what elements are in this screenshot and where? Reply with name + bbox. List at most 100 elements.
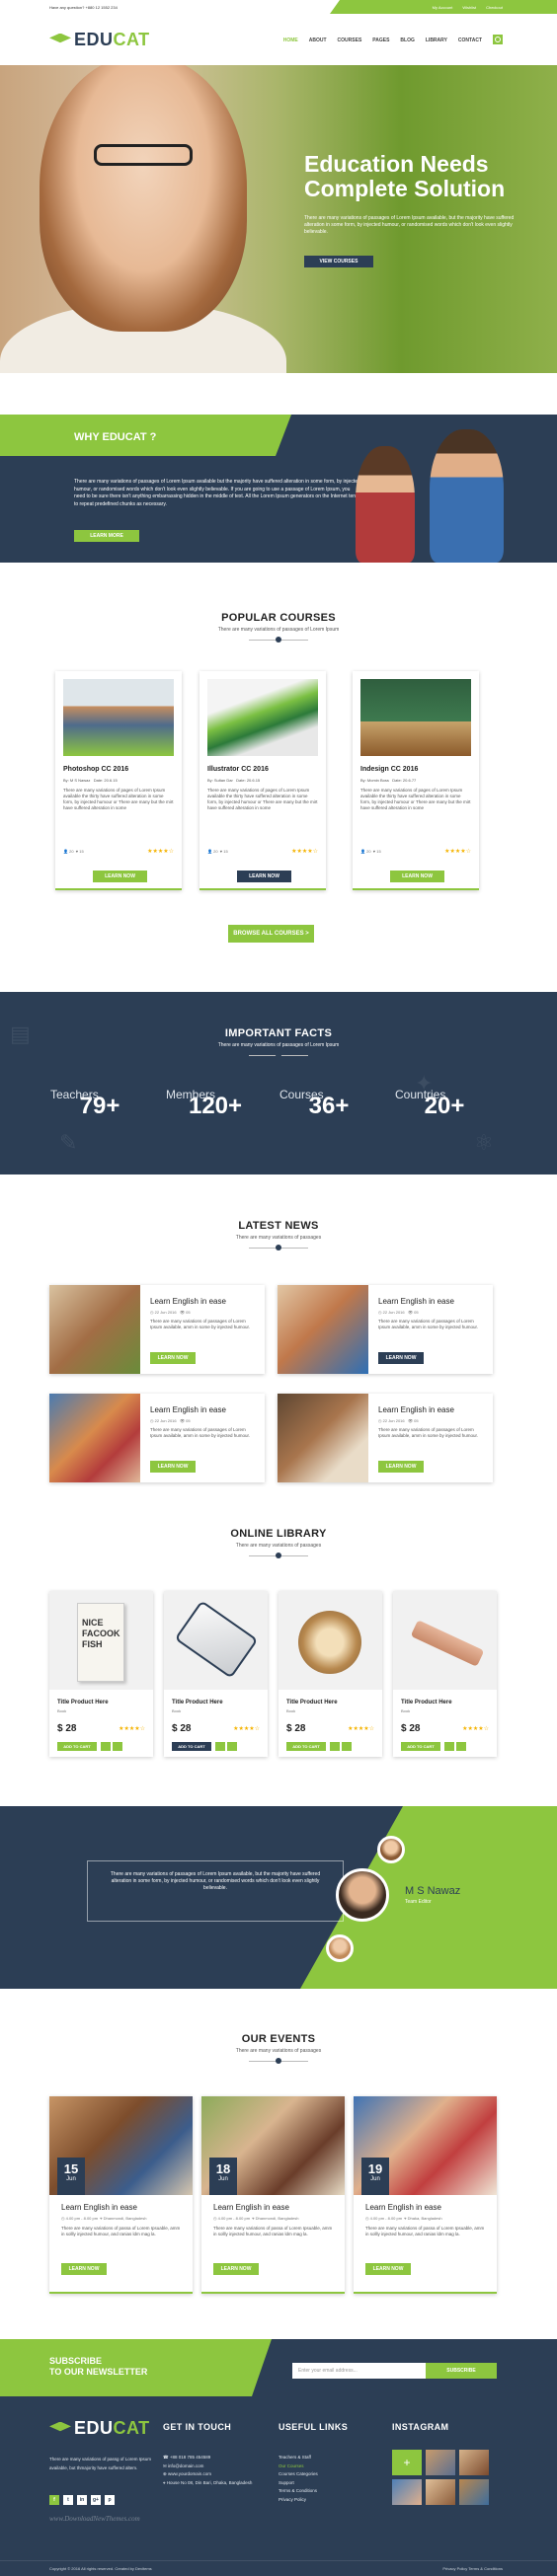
footer-link[interactable]: Courses Categories — [278, 2470, 318, 2479]
avatar-small[interactable] — [326, 1934, 354, 1962]
course-date: Date: 20.6.15 — [93, 778, 118, 783]
learn-now-button[interactable]: LEARN NOW — [93, 871, 147, 882]
add-to-cart-button[interactable]: ADD TO CART — [401, 1742, 440, 1751]
event-place: Dhaka, Bangladesh — [407, 2216, 442, 2221]
nav-home[interactable]: HOME — [283, 38, 298, 44]
learn-now-button[interactable]: LEARN NOW — [237, 871, 291, 882]
linkedin-icon[interactable]: in — [77, 2495, 87, 2505]
event-card[interactable]: 15 Jun Learn English in ease ◷ 4.00 pm - … — [49, 2096, 193, 2294]
search-icon[interactable] — [493, 35, 503, 44]
facts-title: IMPORTANT FACTS — [224, 1027, 333, 1039]
browse-all-courses-button[interactable]: Browse All Courses > — [228, 925, 314, 943]
learn-now-button[interactable]: LEARN NOW — [365, 2263, 411, 2275]
course-card[interactable]: Indesign CC 2016 By: Momin Boss Date: 20… — [353, 671, 479, 890]
product-card[interactable]: Title Product Here Book $ 28 ★★★★☆ ADD T… — [164, 1591, 268, 1757]
instagram-plus-icon[interactable]: + — [392, 2450, 422, 2475]
news-card[interactable]: Learn English in ease ◷ 22 Jun 2016 👁 05… — [49, 1394, 265, 1482]
event-card[interactable]: 18 Jun Learn English in ease ◷ 4.00 pm - … — [201, 2096, 345, 2294]
footer-link[interactable]: Privacy Policy — [278, 2496, 318, 2505]
event-text: There are many variations of passa of Lo… — [61, 2226, 181, 2236]
header: EDUCAT HOME ABOUT COURSES PAGES BLOG LIB… — [0, 14, 557, 65]
logo[interactable]: EDUCAT — [49, 30, 150, 50]
heart-icon[interactable] — [101, 1742, 111, 1751]
event-time: 4.00 pm - 8.00 pm — [65, 2216, 99, 2221]
footer-logo[interactable]: EDUCAT — [49, 2418, 150, 2439]
footer-link[interactable]: Terms & Conditions — [278, 2487, 318, 2496]
contact-address: ⌖ House No 08, Din Bari, Dhaka, Banglade… — [163, 2479, 253, 2485]
course-card[interactable]: Photoshop CC 2016 By: M S Nawaz Date: 20… — [55, 671, 182, 890]
news-card[interactable]: Learn English in ease ◷ 22 Jun 2016 👁 05… — [278, 1394, 493, 1482]
why-title: WHY EDUCAT ? — [74, 431, 157, 443]
why-learn-more-button[interactable]: LEARN MORE — [74, 530, 139, 542]
nav-contact[interactable]: CONTACT — [458, 38, 482, 44]
wishlist-link[interactable]: Wishlist — [462, 5, 476, 10]
instagram-photo[interactable] — [459, 2450, 489, 2475]
learn-now-button[interactable]: LEARN NOW — [378, 1461, 424, 1473]
instagram-photo[interactable] — [459, 2479, 489, 2505]
view-courses-button[interactable]: VIEW COURSES — [304, 256, 373, 267]
add-to-cart-button[interactable]: ADD TO CART — [57, 1742, 97, 1751]
learn-now-button[interactable]: LEARN NOW — [390, 871, 444, 882]
pen-case-shape — [174, 1600, 259, 1679]
learn-now-button[interactable]: LEARN NOW — [61, 2263, 107, 2275]
heart-icon[interactable] — [444, 1742, 454, 1751]
add-to-cart-button[interactable]: ADD TO CART — [172, 1742, 211, 1751]
facts-subtitle: There are many variations of passages of… — [217, 1042, 340, 1048]
checkout-link[interactable]: Checkout — [486, 5, 503, 10]
event-text: There are many variations of passa of Lo… — [365, 2226, 485, 2236]
heart-icon[interactable] — [215, 1742, 225, 1751]
nav-pages[interactable]: PAGES — [372, 38, 389, 44]
event-card[interactable]: 19 Jun Learn English in ease ◷ 4.00 pm - … — [354, 2096, 497, 2294]
star-rating: ★★★★☆ — [147, 849, 174, 855]
logo-text: EDUCAT — [74, 30, 150, 49]
twitter-icon[interactable]: t — [63, 2495, 73, 2505]
learn-now-button[interactable]: LEARN NOW — [378, 1352, 424, 1364]
product-card[interactable]: NICE FACOOK FISH Title Product Here Book… — [49, 1591, 153, 1757]
footer-link[interactable]: Teachers & Staff — [278, 2454, 318, 2462]
nav-blog[interactable]: BLOG — [400, 38, 414, 44]
fact-label: Countries — [395, 1088, 446, 1101]
social-icons: f t in g+ p — [49, 2495, 115, 2505]
eye-icon[interactable] — [227, 1742, 237, 1751]
google-plus-icon[interactable]: g+ — [91, 2495, 101, 2505]
course-students: 20 — [69, 849, 74, 854]
learn-now-button[interactable]: LEARN NOW — [213, 2263, 259, 2275]
eye-icon[interactable] — [456, 1742, 466, 1751]
news-card[interactable]: Learn English in ease ◷ 22 Jun 2016 👁 05… — [278, 1285, 493, 1374]
instagram-photo[interactable] — [392, 2479, 422, 2505]
web-text[interactable]: www.yourdomain.com — [168, 2471, 211, 2476]
product-title: Title Product Here — [401, 1700, 452, 1705]
footer-link[interactable]: Our Courses — [278, 2462, 318, 2471]
add-to-cart-button[interactable]: ADD TO CART — [286, 1742, 326, 1751]
my-account-link[interactable]: My Account — [433, 5, 453, 10]
eye-icon[interactable] — [342, 1742, 352, 1751]
learn-now-button[interactable]: LEARN NOW — [150, 1461, 196, 1473]
bottom-links[interactable]: Privacy Policy Terms & Conditions — [442, 2561, 503, 2576]
subscribe-button[interactable]: SUBSCRIBE — [426, 2363, 497, 2379]
footer: EDUCAT There are many variations of pass… — [0, 2396, 557, 2576]
product-category: Book — [57, 1708, 67, 1713]
course-card[interactable]: Illustrator CC 2016 By: Sultan Dar Date:… — [199, 671, 326, 890]
learn-now-button[interactable]: LEARN NOW — [150, 1352, 196, 1364]
email-text[interactable]: info@domain.com — [168, 2463, 203, 2468]
course-title: Photoshop CC 2016 — [63, 766, 129, 773]
product-card[interactable]: Title Product Here Book $ 28 ★★★★☆ ADD T… — [393, 1591, 497, 1757]
course-likes: 15 — [223, 849, 228, 854]
nav-courses[interactable]: COURSES — [338, 38, 362, 44]
nav-about[interactable]: ABOUT — [309, 38, 327, 44]
facebook-icon[interactable]: f — [49, 2495, 59, 2505]
product-card[interactable]: Title Product Here Book $ 28 ★★★★☆ ADD T… — [278, 1591, 382, 1757]
eye-icon[interactable] — [113, 1742, 122, 1751]
footer-link[interactable]: Support — [278, 2479, 318, 2488]
newsletter-email-input[interactable]: Enter your email address... — [292, 2363, 426, 2379]
pinterest-icon[interactable]: p — [105, 2495, 115, 2505]
nav-library[interactable]: LIBRARY — [426, 38, 447, 44]
instagram-photo[interactable] — [426, 2450, 455, 2475]
news-card[interactable]: Learn English in ease ◷ 22 Jun 2016 👁 05… — [49, 1285, 265, 1374]
facts-heading: IMPORTANT FACTS There are many variation… — [0, 1027, 557, 1058]
news-heading: LATEST NEWS There are many variations of… — [0, 1220, 557, 1250]
heart-icon[interactable] — [330, 1742, 340, 1751]
avatar-small[interactable] — [377, 1836, 405, 1863]
pen-icon: ✎ — [59, 1130, 78, 1155]
instagram-photo[interactable] — [426, 2479, 455, 2505]
